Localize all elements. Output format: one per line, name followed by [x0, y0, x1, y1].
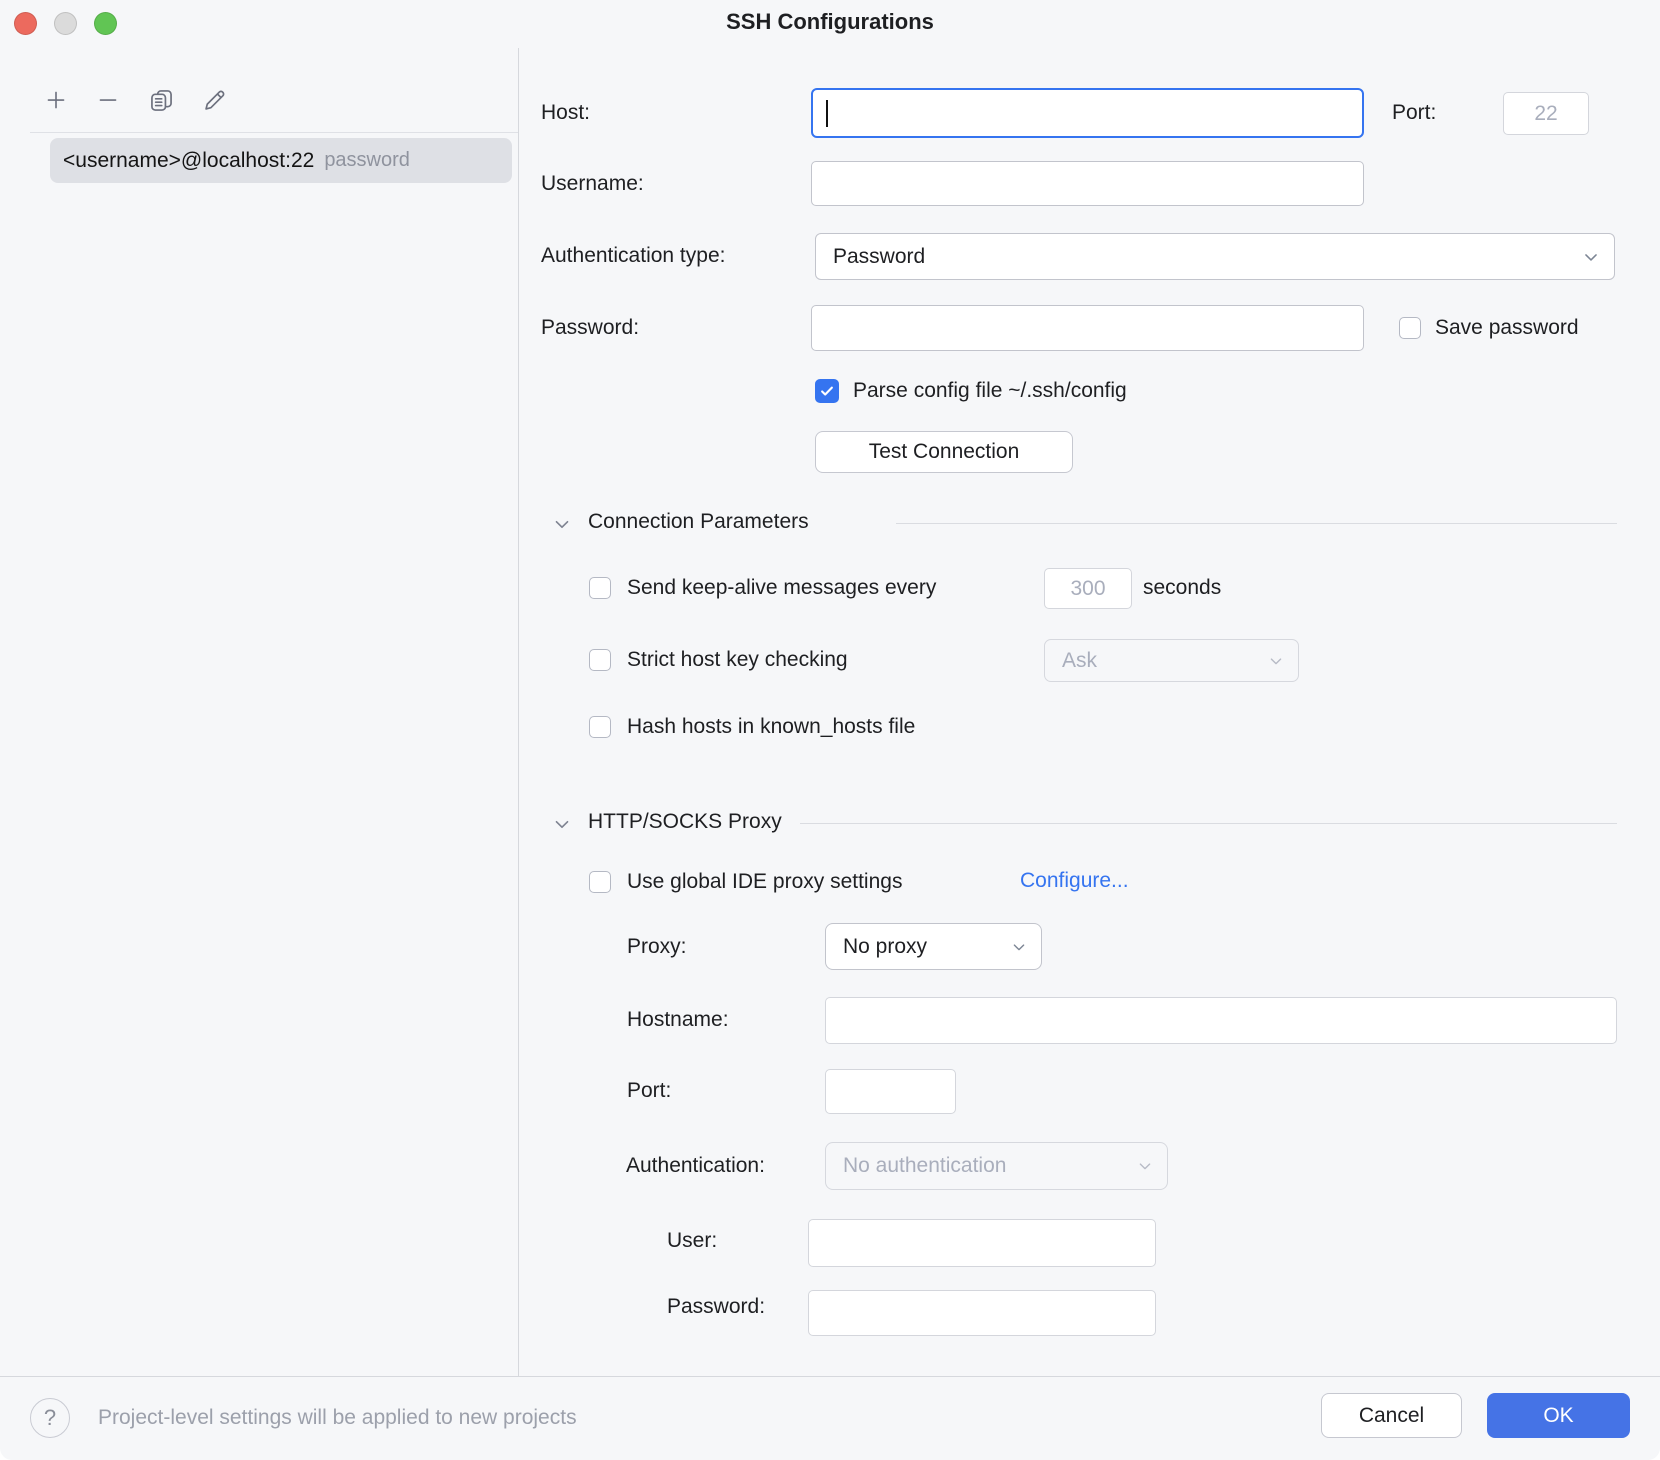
hash-hosts-label: Hash hosts in known_hosts file — [627, 714, 915, 740]
copy-icon — [148, 87, 175, 114]
authentication-type-select[interactable]: Password — [815, 233, 1615, 280]
password-input[interactable] — [811, 305, 1364, 351]
chevron-down-icon — [1266, 651, 1286, 671]
ssh-config-name: <username>@localhost:22 — [63, 149, 314, 173]
strict-host-key-checkbox[interactable] — [589, 649, 611, 671]
hash-hosts-checkbox[interactable] — [589, 716, 611, 738]
test-connection-button[interactable]: Test Connection — [815, 431, 1073, 473]
help-button[interactable]: ? — [30, 1398, 70, 1438]
port-input[interactable] — [1503, 92, 1589, 135]
proxy-user-input[interactable] — [808, 1219, 1156, 1267]
proxy-password-input[interactable] — [808, 1290, 1156, 1336]
copy-button[interactable] — [145, 84, 177, 116]
authentication-type-label: Authentication type: — [541, 243, 725, 269]
minus-icon — [95, 87, 121, 113]
authentication-type-value: Password — [833, 245, 925, 269]
proxy-hostname-input[interactable] — [825, 997, 1617, 1044]
proxy-authentication-value: No authentication — [843, 1154, 1006, 1178]
keep-alive-seconds-label: seconds — [1143, 575, 1221, 601]
remove-button[interactable] — [92, 84, 124, 116]
chevron-down-icon — [1580, 246, 1602, 268]
keep-alive-seconds-input[interactable] — [1044, 568, 1132, 609]
ssh-config-list-item[interactable]: <username>@localhost:22 password — [50, 138, 512, 183]
proxy-hostname-label: Hostname: — [627, 1007, 729, 1033]
connection-parameters-collapse-icon[interactable] — [550, 512, 574, 536]
proxy-user-label: User: — [667, 1228, 717, 1254]
port-label: Port: — [1392, 100, 1436, 126]
proxy-section-title: HTTP/SOCKS Proxy — [588, 810, 782, 834]
chevron-down-icon — [1135, 1156, 1155, 1176]
question-mark-icon: ? — [44, 1405, 56, 1431]
ok-button[interactable]: OK — [1487, 1393, 1630, 1438]
cancel-button[interactable]: Cancel — [1321, 1393, 1462, 1438]
configure-proxy-link[interactable]: Configure... — [1020, 869, 1129, 893]
proxy-port-input[interactable] — [825, 1069, 956, 1114]
proxy-port-label: Port: — [627, 1078, 671, 1104]
strict-host-key-select: Ask — [1044, 639, 1299, 682]
keep-alive-checkbox[interactable] — [589, 577, 611, 599]
save-password-checkbox[interactable] — [1399, 317, 1421, 339]
footer-divider — [0, 1376, 1660, 1377]
host-label: Host: — [541, 100, 590, 126]
password-label: Password: — [541, 315, 639, 341]
edit-button[interactable] — [198, 84, 230, 116]
add-button[interactable] — [40, 84, 72, 116]
username-input[interactable] — [811, 161, 1364, 206]
ssh-configurations-dialog: SSH Configurations — [0, 0, 1660, 1460]
proxy-authentication-label: Authentication: — [626, 1153, 765, 1179]
plus-icon — [43, 87, 69, 113]
strict-host-key-value: Ask — [1062, 649, 1097, 673]
footer-hint: Project-level settings will be applied t… — [98, 1406, 577, 1430]
sidebar-toolbar-divider — [30, 132, 518, 133]
save-password-label: Save password — [1435, 315, 1579, 341]
window-title: SSH Configurations — [0, 9, 1660, 35]
keep-alive-label: Send keep-alive messages every — [627, 575, 936, 601]
strict-host-key-label: Strict host key checking — [627, 647, 848, 673]
pencil-icon — [201, 87, 228, 114]
proxy-type-value: No proxy — [843, 935, 927, 959]
chevron-down-icon — [1009, 937, 1029, 957]
sidebar-divider — [518, 48, 519, 1376]
use-global-proxy-checkbox[interactable] — [589, 871, 611, 893]
proxy-authentication-select: No authentication — [825, 1142, 1168, 1190]
check-icon — [818, 382, 836, 400]
titlebar: SSH Configurations — [0, 0, 1660, 48]
proxy-section-collapse-icon[interactable] — [550, 812, 574, 836]
connection-parameters-title: Connection Parameters — [588, 510, 809, 534]
proxy-type-select[interactable]: No proxy — [825, 923, 1042, 970]
use-global-proxy-label: Use global IDE proxy settings — [627, 869, 902, 895]
text-caret — [826, 100, 828, 127]
proxy-type-label: Proxy: — [627, 934, 687, 960]
parse-config-checkbox[interactable] — [815, 379, 839, 403]
username-label: Username: — [541, 171, 644, 197]
parse-config-label: Parse config file ~/.ssh/config — [853, 378, 1127, 404]
section-divider — [896, 523, 1617, 524]
proxy-password-label: Password: — [667, 1294, 765, 1320]
host-input[interactable] — [811, 88, 1364, 138]
section-divider — [800, 823, 1617, 824]
ssh-config-auth-badge: password — [324, 149, 410, 172]
